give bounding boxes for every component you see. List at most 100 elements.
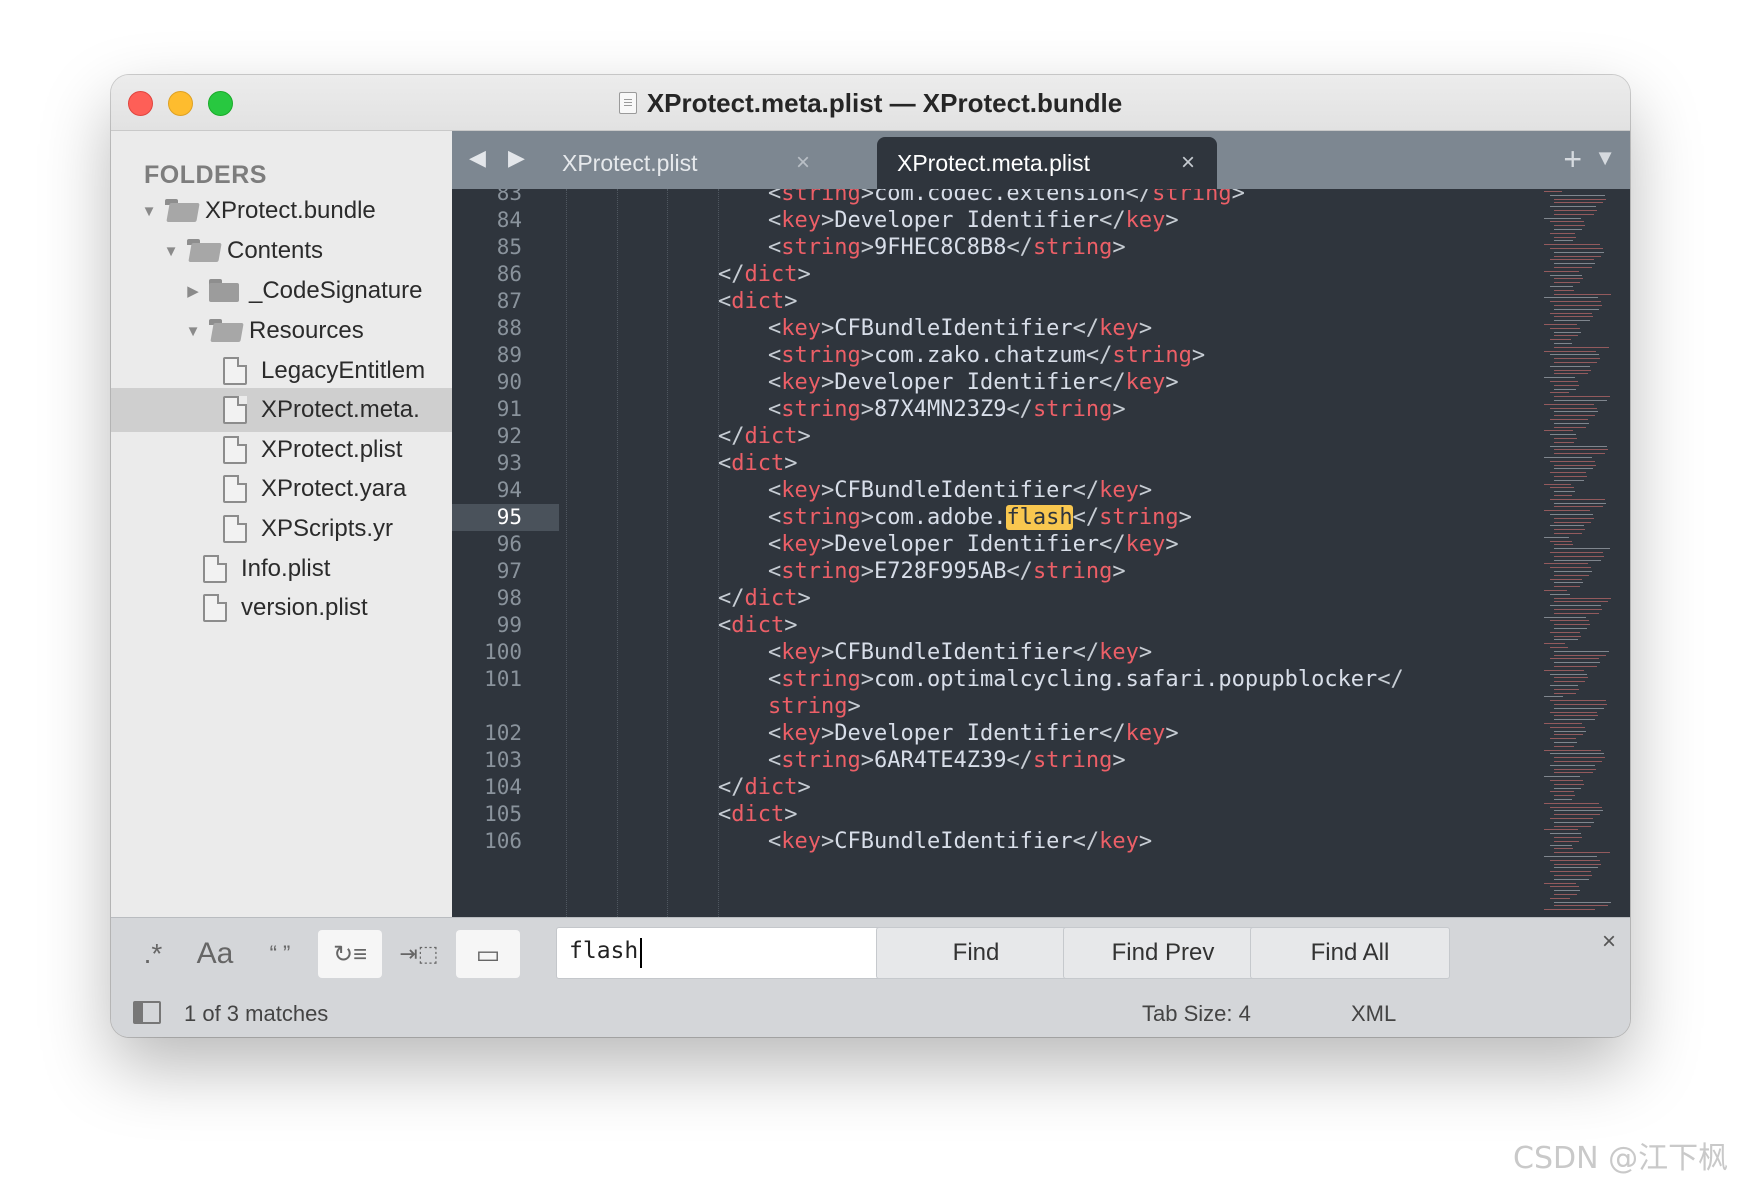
tag-name: key	[781, 478, 821, 503]
tag-name: dict	[731, 289, 785, 314]
minimap-line	[1554, 213, 1594, 215]
code-editor[interactable]: 83 <string>com.codec.extension</string> 84…	[452, 189, 1630, 917]
minimap-line	[1554, 400, 1607, 401]
sidebar-item[interactable]: ▼ Resources	[111, 309, 452, 353]
find-button[interactable]: Find	[876, 927, 1076, 979]
disclosure-expanded-icon[interactable]: ▼	[161, 243, 181, 260]
minimap-line	[1550, 552, 1603, 553]
minimap-line	[1554, 449, 1608, 451]
minimap-line	[1550, 445, 1607, 447]
minimap-line	[1554, 495, 1572, 496]
punct: <	[768, 370, 782, 395]
disclosure-expanded-icon[interactable]: ▼	[139, 203, 159, 220]
minimap-line	[1554, 229, 1582, 230]
minimap-line	[1550, 620, 1589, 622]
tag-name: dict	[731, 451, 785, 476]
line-number: 95	[496, 505, 522, 529]
sidebar-item[interactable]: XProtect.meta.	[111, 388, 452, 432]
sidebar-item[interactable]: Info.plist	[111, 547, 452, 591]
minimap-line	[1550, 764, 1595, 766]
file-icon	[223, 357, 247, 385]
whole-word-toggle[interactable]: “ ”	[249, 930, 311, 978]
punct: <	[768, 343, 782, 368]
line-number: 100	[484, 640, 522, 664]
tab-size-indicator[interactable]: Tab Size: 4	[1142, 1001, 1251, 1027]
new-tab-plus-icon[interactable]: +	[1563, 141, 1582, 178]
syntax-indicator[interactable]: XML	[1351, 1001, 1396, 1027]
minimap-line	[1554, 544, 1573, 546]
punct: <	[768, 189, 782, 206]
text-value: Developer Identifier	[834, 370, 1100, 395]
disclosure-expanded-icon[interactable]: ▼	[183, 323, 203, 340]
text-value: Developer Identifier	[834, 721, 1100, 746]
minimap-line	[1554, 825, 1591, 827]
tab-nav-arrows[interactable]: ◀ ▶	[469, 145, 533, 171]
tab-menu-chevron-icon[interactable]: ▼	[1594, 145, 1616, 171]
minimap-line	[1550, 886, 1579, 888]
code-line: 101 <string>com.optimalcycling.safari.pop…	[452, 666, 1532, 693]
punct: >	[821, 532, 835, 557]
file-icon	[203, 594, 227, 622]
minimap-line	[1550, 818, 1593, 819]
find-all-button[interactable]: Find All	[1250, 927, 1450, 979]
minimap-line	[1554, 305, 1602, 306]
minimap-line	[1550, 578, 1582, 580]
disclosure-collapsed-icon[interactable]: ▶	[183, 282, 203, 300]
tag-name: string	[781, 505, 861, 530]
minimap-line	[1550, 871, 1591, 873]
punct: >	[821, 316, 835, 341]
minimap-line	[1554, 901, 1611, 903]
tab-xprotect-plist[interactable]: XProtect.plist ×	[534, 137, 832, 189]
regex-toggle[interactable]: .*	[127, 930, 179, 978]
folder-icon	[209, 319, 241, 343]
minimap-line	[1554, 533, 1582, 534]
find-prev-button[interactable]: Find Prev	[1063, 927, 1263, 979]
case-toggle[interactable]: Aa	[189, 930, 241, 978]
minimap-line	[1554, 768, 1596, 770]
line-number: 105	[484, 802, 522, 826]
sidebar-item[interactable]: ▶ _CodeSignature	[111, 269, 452, 313]
minimap[interactable]	[1544, 189, 1628, 917]
in-selection-toggle[interactable]: ⇥⬚	[393, 930, 445, 978]
minimap-line	[1554, 267, 1592, 268]
code-line: 98 </dict>	[452, 585, 1532, 612]
punct: <	[768, 667, 782, 692]
minimap-line	[1544, 244, 1600, 246]
wrap-toggle[interactable]: ↻≡	[318, 930, 382, 978]
minimap-line	[1554, 491, 1575, 493]
highlight-matches-toggle[interactable]: ▭	[456, 930, 520, 978]
minimap-line	[1550, 711, 1597, 713]
minimap-line	[1550, 286, 1573, 287]
tab-close-icon[interactable]: ×	[1181, 149, 1195, 177]
sidebar-item-label: _CodeSignature	[249, 277, 423, 304]
sidebar-item[interactable]: LegacyEntitlem	[111, 349, 452, 393]
tab-close-icon[interactable]: ×	[796, 149, 810, 177]
line-content: <string>com.optimalcycling.safari.popupb…	[768, 666, 1404, 693]
minimap-line	[1554, 609, 1602, 610]
tag-name: key	[1125, 532, 1166, 557]
minimap-line	[1554, 453, 1605, 455]
minimap-line	[1550, 658, 1599, 660]
line-number: 88	[496, 316, 522, 340]
sidebar-item[interactable]: XProtect.plist	[111, 428, 452, 472]
line-content: </dict>	[718, 261, 811, 288]
sidebar-item[interactable]: XProtect.yara	[111, 467, 452, 511]
close-find-icon[interactable]: ×	[1602, 928, 1616, 956]
tab-xprotect-meta-plist[interactable]: XProtect.meta.plist ×	[877, 137, 1217, 189]
code-line: 91 <string>87X4MN23Z9</string>	[452, 396, 1532, 423]
sidebar-item[interactable]: XPScripts.yr	[111, 507, 452, 551]
code-line: 104 </dict>	[452, 774, 1532, 801]
tag-name: dict	[744, 424, 798, 449]
minimap-line	[1554, 586, 1580, 588]
code-line: 105 <dict>	[452, 801, 1532, 828]
sidebar-toggle-icon[interactable]	[133, 1001, 161, 1024]
sidebar-item[interactable]: version.plist	[111, 586, 452, 630]
punct: </	[1072, 478, 1100, 503]
sidebar-item[interactable]: ▼ XProtect.bundle	[111, 189, 452, 233]
code-line: 99 <dict>	[452, 612, 1532, 639]
tag-name: string	[781, 559, 861, 584]
title-bar: XProtect.meta.plist — XProtect.bundle	[111, 75, 1630, 131]
code-line: 100 <key>CFBundleIdentifier</key>	[452, 639, 1532, 666]
minimap-line	[1554, 574, 1589, 576]
sidebar-item[interactable]: ▼ Contents	[111, 229, 452, 273]
